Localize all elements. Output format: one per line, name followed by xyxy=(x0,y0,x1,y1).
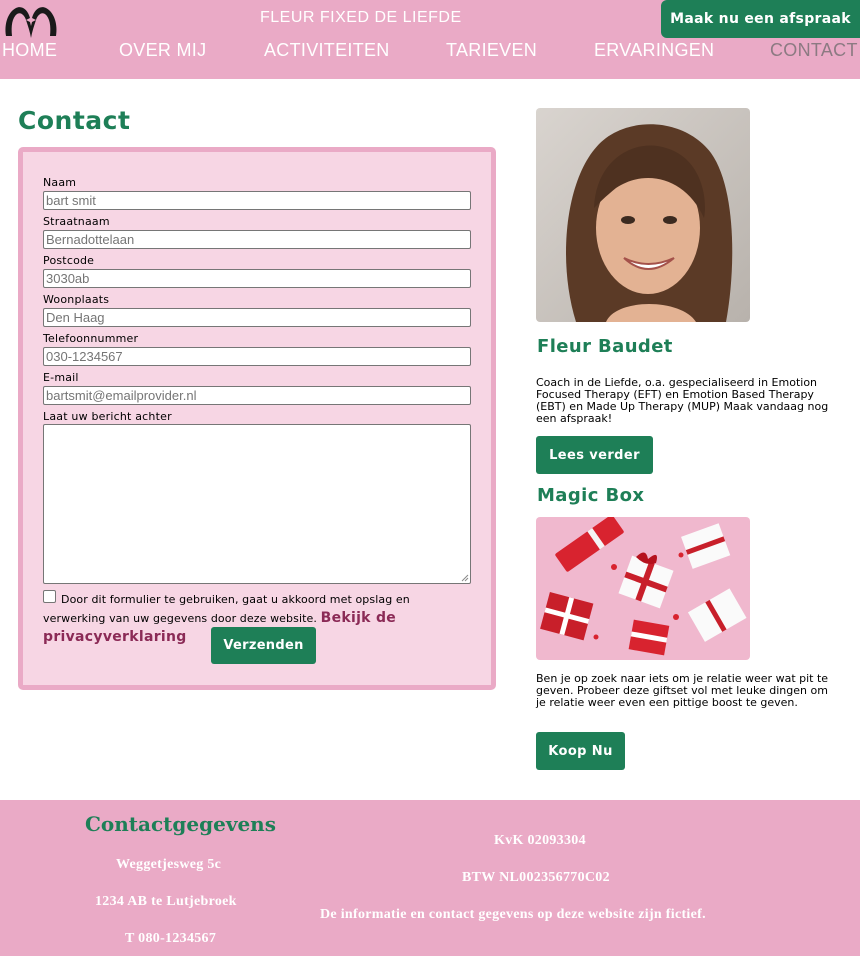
profile-photo-image xyxy=(536,108,750,322)
site-title: FLEUR FIXED DE LIEFDE xyxy=(260,9,462,26)
postcode-input[interactable] xyxy=(43,269,471,288)
phone-input[interactable] xyxy=(43,347,471,366)
city-label: Woonplaats xyxy=(43,293,110,306)
gift-boxes-image xyxy=(536,517,750,660)
footer-kvk: KvK 02093304 xyxy=(494,833,586,848)
make-appointment-button[interactable]: Maak nu een afspraak xyxy=(661,0,860,38)
nav-ervaringen[interactable]: ERVARINGEN xyxy=(594,40,714,61)
magic-box-photo xyxy=(536,517,750,660)
name-input[interactable] xyxy=(43,191,471,210)
profile-photo xyxy=(536,108,750,322)
message-label: Laat uw bericht achter xyxy=(43,410,172,423)
street-input[interactable] xyxy=(43,230,471,249)
profile-description: Coach in de Liefde, o.a. gespecialiseerd… xyxy=(536,376,829,425)
site-header: FLEUR FIXED DE LIEFDE Maak nu een afspra… xyxy=(0,0,860,79)
footer-address-city: 1234 AB te Lutjebroek xyxy=(95,894,237,909)
product-name: Magic Box xyxy=(537,485,645,506)
nav-contact[interactable]: CONTACT xyxy=(770,40,858,61)
name-label: Naam xyxy=(43,176,77,189)
profile-name: Fleur Baudet xyxy=(537,336,673,357)
postcode-label: Postcode xyxy=(43,254,95,267)
footer-btw: BTW NL002356770C02 xyxy=(462,870,610,885)
footer-phone: T 080-1234567 xyxy=(125,931,217,946)
heart-hands-logo-icon[interactable] xyxy=(2,2,60,40)
phone-label: Telefoonnummer xyxy=(43,332,139,345)
message-textarea[interactable] xyxy=(43,424,471,584)
read-more-button[interactable]: Lees verder xyxy=(536,436,653,474)
nav-activiteiten[interactable]: ACTIVITEITEN xyxy=(264,40,390,61)
footer-disclaimer: De informatie en contact gegevens op dez… xyxy=(320,907,706,922)
buy-now-button[interactable]: Koop Nu xyxy=(536,732,625,770)
nav-tarieven[interactable]: TARIEVEN xyxy=(446,40,537,61)
email-input[interactable] xyxy=(43,386,471,405)
product-description: Ben je op zoek naar iets om je relatie w… xyxy=(536,672,829,709)
main-nav: HOME OVER MIJ ACTIVITEITEN TARIEVEN ERVA… xyxy=(0,40,860,66)
street-label: Straatnaam xyxy=(43,215,110,228)
footer-address-street: Weggetjesweg 5c xyxy=(116,857,222,872)
email-label: E-mail xyxy=(43,371,79,384)
submit-button[interactable]: Verzenden xyxy=(211,627,316,664)
resize-grip-icon[interactable] xyxy=(461,574,469,582)
city-input[interactable] xyxy=(43,308,471,327)
nav-home[interactable]: HOME xyxy=(2,40,57,61)
footer-heading: Contactgegevens xyxy=(85,812,276,836)
nav-over-mij[interactable]: OVER MIJ xyxy=(119,40,206,61)
page-title: Contact xyxy=(18,106,131,135)
